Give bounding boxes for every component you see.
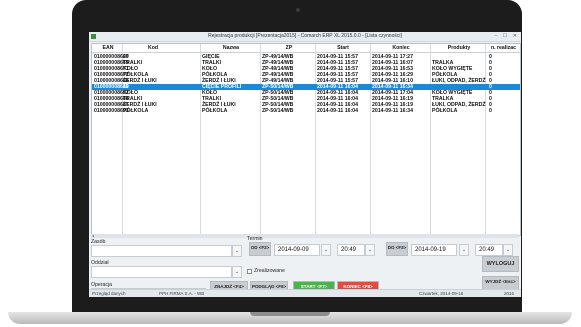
status-year: 2015 xyxy=(504,291,515,296)
do-date-field[interactable]: 2014-09-19 xyxy=(411,244,457,256)
table-cell: PÓŁKOLA xyxy=(123,108,149,114)
title-bar: Rejestracja produkcji [Prezentacja2015] … xyxy=(89,32,521,42)
column-header[interactable]: n. realizac xyxy=(487,45,520,51)
operations-table[interactable]: EAN Kod Nazwa ZP Start Koniec Produkty n. reali… xyxy=(91,43,521,236)
app-screen: Rejestracja produkcji [Prezentacja2015] … xyxy=(89,32,521,297)
table-row[interactable]: 010000008693 PÓŁKOLA PÓŁKOLA ZP-50/14/WB 201… xyxy=(92,108,520,114)
table-header: EAN Kod Nazwa ZP Start Koniec Produkty n. reali… xyxy=(92,44,520,53)
horizontal-scrollbar[interactable]: ◂ xyxy=(91,233,519,238)
column-header[interactable]: Kod xyxy=(123,45,183,51)
od-time-dropdown-icon[interactable]: ⌄ xyxy=(365,244,375,256)
table-cell: 0 xyxy=(489,108,492,114)
status-date: Czwartek, 2014-09-16 xyxy=(419,291,464,296)
do-button[interactable]: DO <F3> xyxy=(386,242,408,256)
table-cell: ZP-50/14/WB xyxy=(262,108,294,114)
oddzial-dropdown-icon[interactable]: ⌄ xyxy=(232,266,242,278)
wyjdz-button[interactable]: WYJDŹ <Esc> xyxy=(482,276,519,290)
do-time-dropdown-icon[interactable]: ⌄ xyxy=(503,244,513,256)
oddzial-select[interactable] xyxy=(91,266,232,278)
table-cell: 2014-09-11 16:34 xyxy=(372,108,413,114)
zrealizowane-label: Zrealizowane xyxy=(254,268,285,274)
column-header[interactable]: Nazwa xyxy=(202,45,260,51)
od-date-dropdown-icon[interactable]: ⌄ xyxy=(321,244,331,256)
column-header[interactable]: Start xyxy=(317,45,369,51)
status-left: Przegląd danych xyxy=(92,291,126,296)
column-header[interactable]: Produkty xyxy=(432,45,486,51)
column-header[interactable]: ZP xyxy=(262,45,316,51)
zasob-dropdown-icon[interactable]: ⌄ xyxy=(232,245,242,257)
status-company: PPH FIRMA S.A. - WB xyxy=(159,291,205,296)
column-header[interactable]: EAN xyxy=(94,45,122,51)
od-time-field[interactable]: 20:49 xyxy=(337,244,365,256)
window-title: Rejestracja produkcji [Prezentacja2015] … xyxy=(208,33,402,39)
wyloguj-button[interactable]: WYLOGUJ xyxy=(482,256,519,272)
do-date-dropdown-icon[interactable]: ⌄ xyxy=(459,244,469,256)
laptop-notch xyxy=(250,312,330,316)
od-date-field[interactable]: 2014-09-09 xyxy=(274,244,320,256)
table-cell: PÓŁKOLA xyxy=(432,108,458,114)
zasob-select[interactable] xyxy=(91,245,232,257)
table-cell: PÓŁKOLA xyxy=(202,108,228,114)
do-time-field[interactable]: 20:49 xyxy=(475,244,503,256)
scroll-left-icon[interactable]: ◂ xyxy=(92,233,94,238)
column-header[interactable]: Koniec xyxy=(372,45,430,51)
status-bar: Przegląd danych PPH FIRMA S.A. - WB Czwa… xyxy=(89,289,521,297)
window-controls[interactable]: – ☐ ✕ xyxy=(495,33,519,39)
camera-dot xyxy=(296,8,300,12)
od-button[interactable]: OD <F2> xyxy=(249,242,271,256)
zrealizowane-checkbox[interactable] xyxy=(247,269,252,274)
table-cell: 2014-09-11 16:04 xyxy=(317,108,358,114)
